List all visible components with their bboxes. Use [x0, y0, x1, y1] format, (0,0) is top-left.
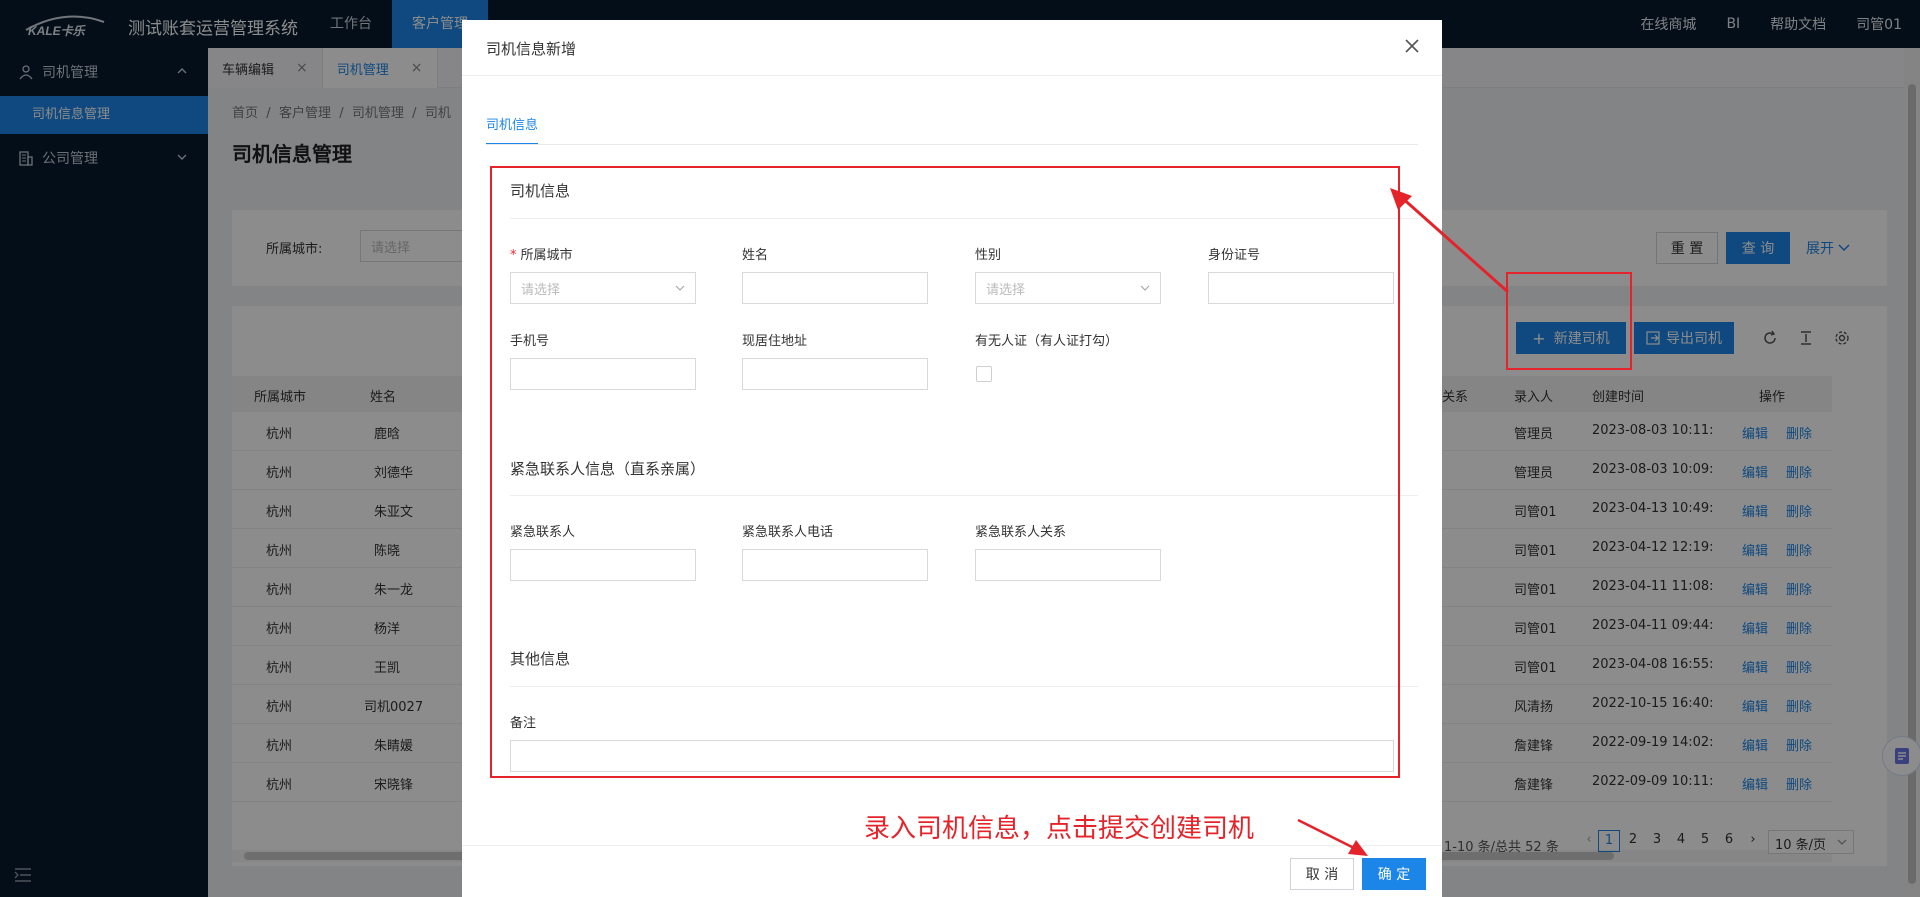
annotation-arrow-icon: [1390, 188, 1509, 294]
ok-button[interactable]: 确 定: [1362, 858, 1426, 890]
modal-footer: 取 消 确 定: [462, 845, 1442, 897]
modal-header: 司机信息新增: [462, 20, 1442, 76]
annotation-arrow-icon: [1297, 818, 1368, 856]
tab-divider: [486, 144, 1418, 145]
cancel-button[interactable]: 取 消: [1290, 858, 1354, 890]
driver-add-modal: 司机信息新增 司机信息 司机信息 * 所属城市 请选择 姓名 性别 请选择 身份证…: [462, 20, 1442, 897]
annotation-text: 录入司机信息，点击提交创建司机: [864, 814, 1255, 844]
modal-title: 司机信息新增: [486, 40, 577, 58]
annotation-new-button-highlight: [1506, 272, 1632, 370]
close-icon[interactable]: [1404, 38, 1420, 54]
annotation-form-highlight: [490, 166, 1400, 778]
tab-driver-info[interactable]: 司机信息: [486, 114, 539, 145]
